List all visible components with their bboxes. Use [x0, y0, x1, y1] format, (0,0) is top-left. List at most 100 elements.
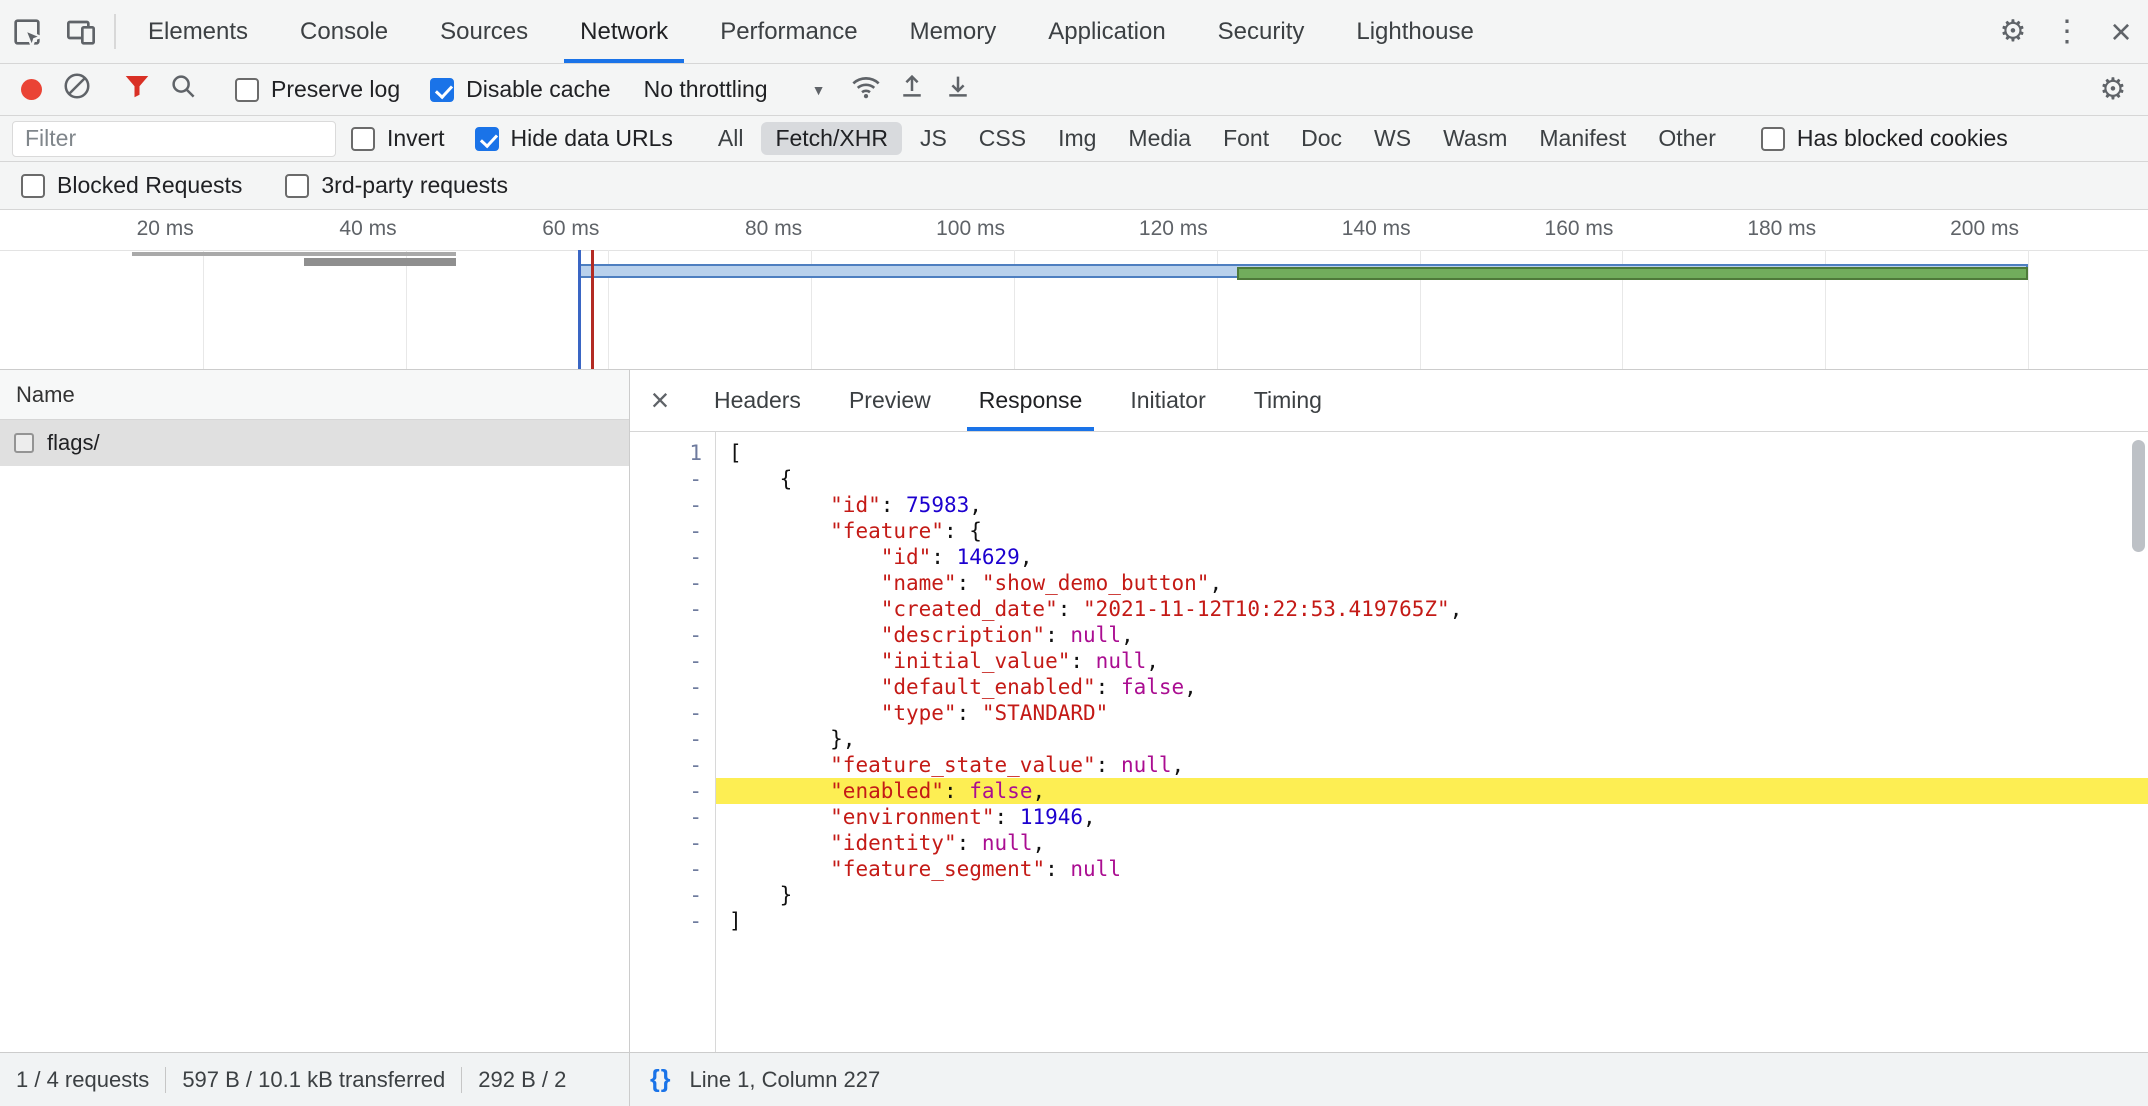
- close-detail-button[interactable]: ×: [630, 370, 690, 431]
- line-number: -: [630, 596, 715, 622]
- tab-lighthouse[interactable]: Lighthouse: [1330, 0, 1499, 63]
- code-line[interactable]: "feature": {: [715, 518, 2148, 544]
- code-line-row: - {: [630, 466, 2148, 492]
- filter-chip-other[interactable]: Other: [1644, 122, 1730, 155]
- code-line[interactable]: {: [715, 466, 2148, 492]
- tab-elements[interactable]: Elements: [122, 0, 274, 63]
- network-settings-button[interactable]: ⚙: [2086, 72, 2140, 107]
- response-editor[interactable]: 1[- {- "id": 75983,- "feature": {- "id":…: [630, 432, 2148, 1052]
- disable-cache-checkbox[interactable]: Disable cache: [430, 76, 610, 103]
- code-line[interactable]: "identity": null,: [715, 830, 2148, 856]
- token: :: [881, 493, 906, 517]
- preserve-log-checkbox[interactable]: Preserve log: [235, 76, 400, 103]
- devtools-settings-button[interactable]: ⚙: [1986, 0, 2040, 63]
- overview-time-label: 120 ms: [1139, 217, 1217, 241]
- blocked-requests-label: Blocked Requests: [57, 172, 242, 199]
- export-har-button[interactable]: [935, 64, 981, 115]
- code-line[interactable]: }: [715, 882, 2148, 908]
- record-network-log-button[interactable]: [8, 64, 54, 115]
- filter-chip-all[interactable]: All: [704, 122, 758, 155]
- upload-icon: [897, 71, 927, 108]
- code-line[interactable]: "initial_value": null,: [715, 648, 2148, 674]
- token: ,: [1020, 545, 1033, 569]
- search-button[interactable]: [160, 64, 206, 115]
- has-blocked-cookies-label: Has blocked cookies: [1797, 125, 2008, 152]
- tab-performance[interactable]: Performance: [694, 0, 883, 63]
- code-line[interactable]: "created_date": "2021-11-12T10:22:53.419…: [715, 596, 2148, 622]
- token: :: [995, 805, 1020, 829]
- overflow-menu-button[interactable]: ⋮: [2040, 0, 2094, 63]
- throttling-select[interactable]: No throttling ▼: [644, 76, 826, 103]
- detail-panel: × HeadersPreviewResponseInitiatorTiming …: [630, 370, 2148, 1052]
- code-line-row: - "name": "show_demo_button",: [630, 570, 2148, 596]
- token: null: [1096, 649, 1147, 673]
- network-main: Name flags/ × HeadersPreviewResponseInit…: [0, 370, 2148, 1052]
- code-line[interactable]: },: [715, 726, 2148, 752]
- code-line[interactable]: ]: [715, 908, 2148, 934]
- import-har-button[interactable]: [889, 64, 935, 115]
- status-item: 1 / 4 requests: [0, 1067, 165, 1093]
- inspect-element-button[interactable]: [0, 0, 54, 63]
- code-line[interactable]: "id": 75983,: [715, 492, 2148, 518]
- filter-chip-css[interactable]: CSS: [965, 122, 1040, 155]
- filter-input[interactable]: [12, 121, 336, 157]
- overview[interactable]: 20 ms40 ms60 ms80 ms100 ms120 ms140 ms16…: [0, 210, 2148, 370]
- tab-console[interactable]: Console: [274, 0, 414, 63]
- close-devtools-button[interactable]: ×: [2094, 0, 2148, 63]
- filter-toggle-button[interactable]: [114, 64, 160, 115]
- filter-chip-manifest[interactable]: Manifest: [1525, 122, 1640, 155]
- third-party-requests-checkbox[interactable]: 3rd-party requests: [285, 172, 508, 199]
- token: [729, 857, 830, 881]
- tab-sources[interactable]: Sources: [414, 0, 554, 63]
- code-line[interactable]: "feature_state_value": null,: [715, 752, 2148, 778]
- pretty-print-icon[interactable]: {}: [650, 1065, 671, 1094]
- tab-application[interactable]: Application: [1022, 0, 1191, 63]
- filter-chip-ws[interactable]: WS: [1360, 122, 1425, 155]
- code-line[interactable]: "feature_segment": null: [715, 856, 2148, 882]
- hide-data-urls-checkbox[interactable]: Hide data URLs: [475, 125, 673, 152]
- filter-chip-doc[interactable]: Doc: [1287, 122, 1356, 155]
- code-line[interactable]: "default_enabled": false,: [715, 674, 2148, 700]
- invert-checkbox[interactable]: Invert: [351, 125, 445, 152]
- code-line[interactable]: "enabled": false,: [715, 778, 2148, 804]
- filter-chip-js[interactable]: JS: [906, 122, 961, 155]
- filter-chip-wasm[interactable]: Wasm: [1429, 122, 1521, 155]
- vertical-scrollbar[interactable]: [2132, 440, 2145, 552]
- code-line-row: - "enabled": false,: [630, 778, 2148, 804]
- name-column-header[interactable]: Name: [0, 370, 629, 420]
- code-line-row: - }: [630, 882, 2148, 908]
- has-blocked-cookies-checkbox[interactable]: Has blocked cookies: [1761, 125, 2008, 152]
- code-line[interactable]: "type": "STANDARD": [715, 700, 2148, 726]
- tab-network[interactable]: Network: [554, 0, 694, 63]
- code-line[interactable]: "name": "show_demo_button",: [715, 570, 2148, 596]
- token: "enabled": [830, 779, 944, 803]
- detail-tab-initiator[interactable]: Initiator: [1106, 370, 1229, 431]
- tab-security[interactable]: Security: [1192, 0, 1331, 63]
- blocked-requests-checkbox[interactable]: Blocked Requests: [21, 172, 242, 199]
- main-tab-strip: ElementsConsoleSourcesNetworkPerformance…: [122, 0, 1500, 63]
- token: [: [729, 441, 742, 465]
- detail-tab-response[interactable]: Response: [955, 370, 1107, 431]
- device-toolbar-button[interactable]: [54, 0, 108, 63]
- filter-chip-img[interactable]: Img: [1044, 122, 1110, 155]
- token: [729, 779, 830, 803]
- filter-chip-media[interactable]: Media: [1114, 122, 1205, 155]
- code-line[interactable]: [: [715, 440, 2148, 466]
- tab-memory[interactable]: Memory: [884, 0, 1023, 63]
- code-line[interactable]: "description": null,: [715, 622, 2148, 648]
- token: },: [729, 727, 855, 751]
- code-line[interactable]: "environment": 11946,: [715, 804, 2148, 830]
- detail-tab-headers[interactable]: Headers: [690, 370, 825, 431]
- filter-chip-fetch-xhr[interactable]: Fetch/XHR: [761, 122, 901, 155]
- hide-data-urls-label: Hide data URLs: [511, 125, 673, 152]
- filter-chip-font[interactable]: Font: [1209, 122, 1283, 155]
- invert-label: Invert: [387, 125, 445, 152]
- network-conditions-button[interactable]: [843, 64, 889, 115]
- overview-bar-gray-thick: [304, 258, 456, 266]
- code-line[interactable]: "id": 14629,: [715, 544, 2148, 570]
- clear-network-log-button[interactable]: [54, 64, 100, 115]
- request-row[interactable]: flags/: [0, 420, 629, 466]
- close-icon: ×: [651, 382, 670, 419]
- detail-tab-preview[interactable]: Preview: [825, 370, 955, 431]
- detail-tab-timing[interactable]: Timing: [1230, 370, 1346, 431]
